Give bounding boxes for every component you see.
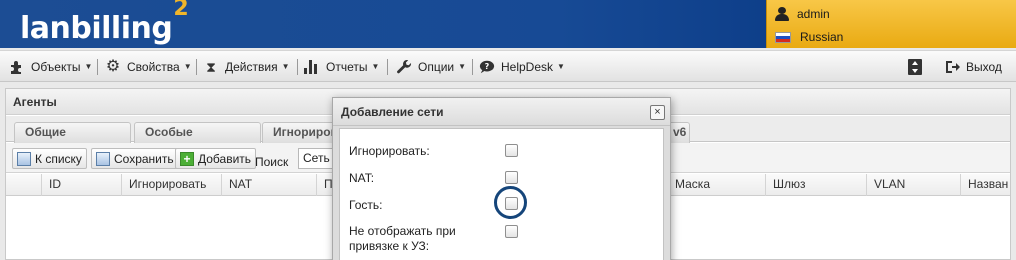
menu-reports[interactable]: Отчеты ▼ [304,51,379,82]
menu-separator [387,59,388,75]
add-network-dialog: Добавление сети × Игнорировать: NAT: Гос… [332,97,671,260]
save-button[interactable]: Сохранить [91,148,179,169]
logout-button[interactable]: Выход [944,59,1002,75]
gear-icon: ⚙ [105,57,121,75]
username: admin [797,7,830,21]
column-nat[interactable]: NAT [221,174,316,196]
main-menu-bar: Объекты ▼ ⚙ Свойства ▼ ⧗ Действия ▼ Отчеты ▼… [0,50,1016,82]
hourglass-icon: ⧗ [206,58,216,75]
user-icon [775,7,789,21]
chevron-down-icon: ▼ [183,62,192,71]
ignore-label: Игнорировать: [349,144,430,158]
column-name[interactable]: Назван [960,174,1010,196]
chevron-down-icon: ▼ [371,62,380,71]
bar-chart-icon [304,59,320,75]
menu-separator [196,59,197,75]
hide-on-binding-checkbox[interactable] [505,225,518,238]
tab-special-settings[interactable]: Особые настройки [134,122,261,158]
search-label: Поиск [255,155,289,169]
menu-separator [97,59,98,75]
puzzle-icon [9,59,25,75]
language-selector[interactable]: Russian [775,28,843,46]
logout-icon [944,59,960,75]
user-menu[interactable]: admin [775,5,830,23]
back-to-list-button[interactable]: К списку [12,148,87,169]
column-id[interactable]: ID [41,174,121,196]
close-icon[interactable]: × [650,105,665,120]
chevron-down-icon: ▼ [281,62,290,71]
highlight-circle [494,186,527,219]
app-logo: lanbilling2 [20,0,189,46]
column-mask[interactable]: Маска [667,174,765,196]
menu-options[interactable]: Опции ▼ [396,51,466,82]
menu-properties[interactable]: ⚙ Свойства ▼ [105,51,192,82]
russia-flag-icon [775,31,791,43]
chevron-down-icon: ▼ [458,62,467,71]
app-header: lanbilling2 admin Russian [0,0,1016,48]
language-label: Russian [800,30,844,44]
list-icon [17,151,31,166]
tab-general[interactable]: Общие сведения [14,122,131,158]
logout-label: Выход [966,60,1002,74]
menu-helpdesk[interactable]: ? HelpDesk ▼ [479,51,565,82]
menu-objects[interactable]: Объекты ▼ [9,51,92,82]
nat-checkbox[interactable] [505,171,518,184]
fullscreen-toggle[interactable] [907,59,929,75]
save-icon [96,151,110,166]
plus-icon: + [180,151,194,166]
chat-help-icon: ? [479,59,495,75]
svg-text:?: ? [485,62,490,71]
column-vlan[interactable]: VLAN [866,174,960,196]
column-ignore[interactable]: Игнорировать [121,174,221,196]
dialog-title: Добавление сети [333,98,670,126]
ignore-checkbox[interactable] [505,144,518,157]
menu-separator [297,59,298,75]
tab-ignore[interactable]: Игнориров [262,122,342,143]
menu-actions[interactable]: ⧗ Действия ▼ [203,51,290,82]
menu-separator [472,59,473,75]
wrench-icon [396,59,412,75]
user-box: admin Russian [766,0,1016,48]
guest-label: Гость: [349,198,383,212]
column-gateway[interactable]: Шлюз [765,174,866,196]
nat-label: NAT: [349,171,375,185]
chevron-down-icon: ▼ [84,62,93,71]
add-button[interactable]: + Добавить [175,148,257,169]
hide-on-binding-label: Не отображать при привязке к УЗ: [349,224,456,253]
chevron-down-icon: ▼ [557,62,565,71]
expand-icon [907,59,923,75]
